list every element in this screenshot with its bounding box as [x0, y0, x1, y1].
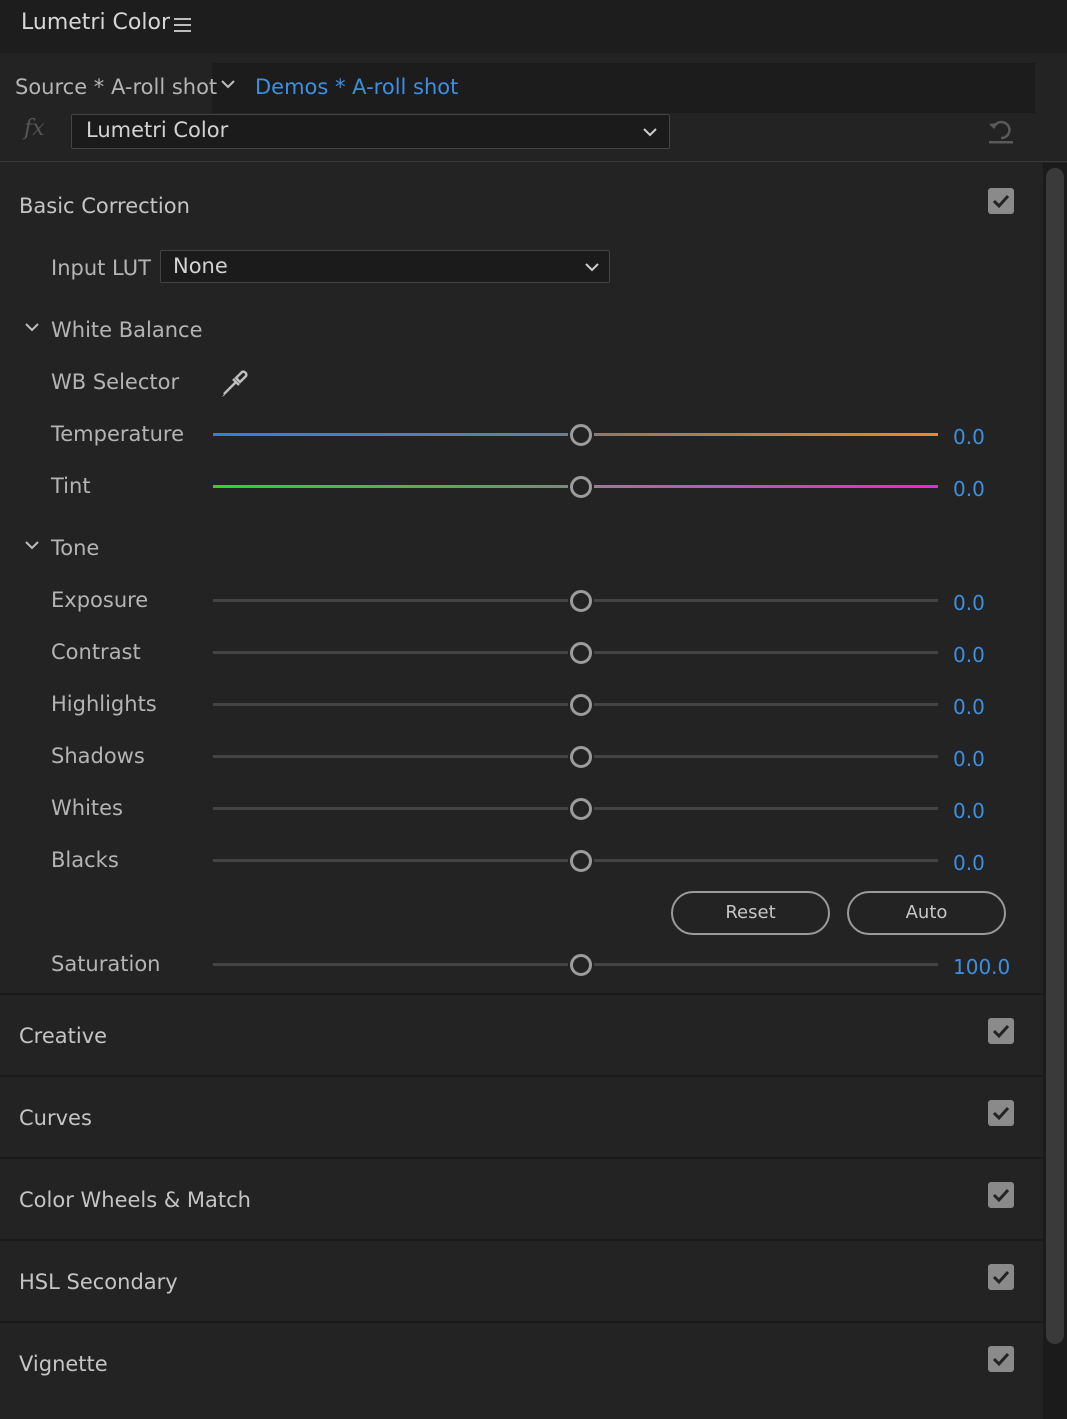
sequence-clip-tab[interactable]: Demos * A-roll shot: [255, 75, 458, 99]
blacks-value[interactable]: 0.0: [953, 851, 985, 875]
input-lut-label: Input LUT: [51, 256, 151, 280]
chevron-down-icon: [583, 258, 601, 276]
vignette-checkbox[interactable]: [988, 1346, 1014, 1372]
scrollbar-thumb[interactable]: [1046, 168, 1064, 1344]
section-title-hsl-secondary[interactable]: HSL Secondary: [19, 1270, 178, 1294]
highlights-label: Highlights: [51, 692, 157, 716]
section-divider: [0, 1157, 1043, 1159]
saturation-label: Saturation: [51, 952, 161, 976]
blacks-slider-track[interactable]: [213, 859, 568, 862]
basic-correction-checkbox[interactable]: [988, 188, 1014, 214]
whites-label: Whites: [51, 796, 124, 820]
checkmark-icon: [992, 1106, 1010, 1121]
color-wheels-checkbox[interactable]: [988, 1182, 1014, 1208]
tint-label: Tint: [51, 474, 91, 498]
tint-slider-knob[interactable]: [570, 476, 592, 498]
blacks-slider-knob[interactable]: [570, 850, 592, 872]
highlights-value[interactable]: 0.0: [953, 695, 985, 719]
section-divider: [0, 1239, 1043, 1241]
chevron-down-icon[interactable]: [219, 75, 237, 93]
shadows-value[interactable]: 0.0: [953, 747, 985, 771]
checkmark-icon: [992, 1024, 1010, 1039]
saturation-value[interactable]: 100.0: [953, 955, 1010, 979]
hsl-secondary-checkbox[interactable]: [988, 1264, 1014, 1290]
effect-dropdown-value: Lumetri Color: [86, 118, 229, 142]
source-clip-tab[interactable]: Source * A-roll shot: [15, 75, 217, 99]
whites-value[interactable]: 0.0: [953, 799, 985, 823]
saturation-slider-knob[interactable]: [570, 954, 592, 976]
whites-slider-knob[interactable]: [570, 798, 592, 820]
tint-slider-track-magenta[interactable]: [594, 485, 938, 488]
temperature-slider-track-cool[interactable]: [213, 433, 568, 436]
curves-checkbox[interactable]: [988, 1100, 1014, 1126]
section-divider: [0, 1075, 1043, 1077]
input-lut-value: None: [173, 254, 228, 278]
input-lut-dropdown[interactable]: None: [160, 250, 610, 283]
white-balance-title[interactable]: White Balance: [51, 318, 203, 342]
exposure-value[interactable]: 0.0: [953, 591, 985, 615]
white-balance-twisty-icon[interactable]: [23, 318, 41, 336]
section-title-color-wheels[interactable]: Color Wheels & Match: [19, 1188, 251, 1212]
section-title-curves[interactable]: Curves: [19, 1106, 92, 1130]
shadows-label: Shadows: [51, 744, 145, 768]
contrast-label: Contrast: [51, 640, 141, 664]
section-title-vignette[interactable]: Vignette: [19, 1352, 108, 1376]
panel-menu-icon[interactable]: [174, 18, 191, 32]
saturation-slider-track[interactable]: [594, 963, 938, 966]
contrast-slider-track[interactable]: [213, 651, 568, 654]
checkmark-icon: [992, 1270, 1010, 1285]
tint-value[interactable]: 0.0: [953, 477, 985, 501]
tone-twisty-icon[interactable]: [23, 536, 41, 554]
panel-title: Lumetri Color: [21, 10, 170, 35]
exposure-slider-track[interactable]: [213, 599, 568, 602]
reset-effect-icon[interactable]: [985, 114, 1017, 146]
auto-button[interactable]: Auto: [847, 891, 1006, 935]
wb-selector-label: WB Selector: [51, 370, 180, 394]
section-divider: [0, 993, 1043, 995]
highlights-slider-track[interactable]: [594, 703, 938, 706]
temperature-label: Temperature: [51, 422, 185, 446]
section-divider: [0, 1321, 1043, 1323]
contrast-slider-track[interactable]: [594, 651, 938, 654]
blacks-label: Blacks: [51, 848, 119, 872]
chevron-down-icon: [641, 123, 659, 141]
highlights-slider-knob[interactable]: [570, 694, 592, 716]
temperature-value[interactable]: 0.0: [953, 425, 985, 449]
shadows-slider-track[interactable]: [213, 755, 568, 758]
tone-title[interactable]: Tone: [51, 536, 99, 560]
creative-checkbox[interactable]: [988, 1018, 1014, 1044]
fx-icon: fx: [24, 116, 45, 141]
whites-slider-track[interactable]: [594, 807, 938, 810]
exposure-slider-track[interactable]: [594, 599, 938, 602]
eyedropper-icon[interactable]: [218, 366, 252, 400]
whites-slider-track[interactable]: [213, 807, 568, 810]
exposure-slider-knob[interactable]: [570, 590, 592, 612]
highlights-slider-track[interactable]: [213, 703, 568, 706]
shadows-slider-track[interactable]: [594, 755, 938, 758]
checkmark-icon: [992, 1352, 1010, 1367]
tint-slider-track-green[interactable]: [213, 485, 568, 488]
blacks-slider-track[interactable]: [594, 859, 938, 862]
reset-button[interactable]: Reset: [671, 891, 830, 935]
checkmark-icon: [992, 194, 1010, 209]
temperature-slider-knob[interactable]: [570, 424, 592, 446]
shadows-slider-knob[interactable]: [570, 746, 592, 768]
contrast-value[interactable]: 0.0: [953, 643, 985, 667]
temperature-slider-track-warm[interactable]: [594, 433, 938, 436]
saturation-slider-track[interactable]: [213, 963, 568, 966]
contrast-slider-knob[interactable]: [570, 642, 592, 664]
effect-dropdown[interactable]: Lumetri Color: [71, 114, 670, 149]
exposure-label: Exposure: [51, 588, 149, 612]
section-title-creative[interactable]: Creative: [19, 1024, 107, 1048]
section-title-basic-correction[interactable]: Basic Correction: [19, 194, 190, 218]
checkmark-icon: [992, 1188, 1010, 1203]
